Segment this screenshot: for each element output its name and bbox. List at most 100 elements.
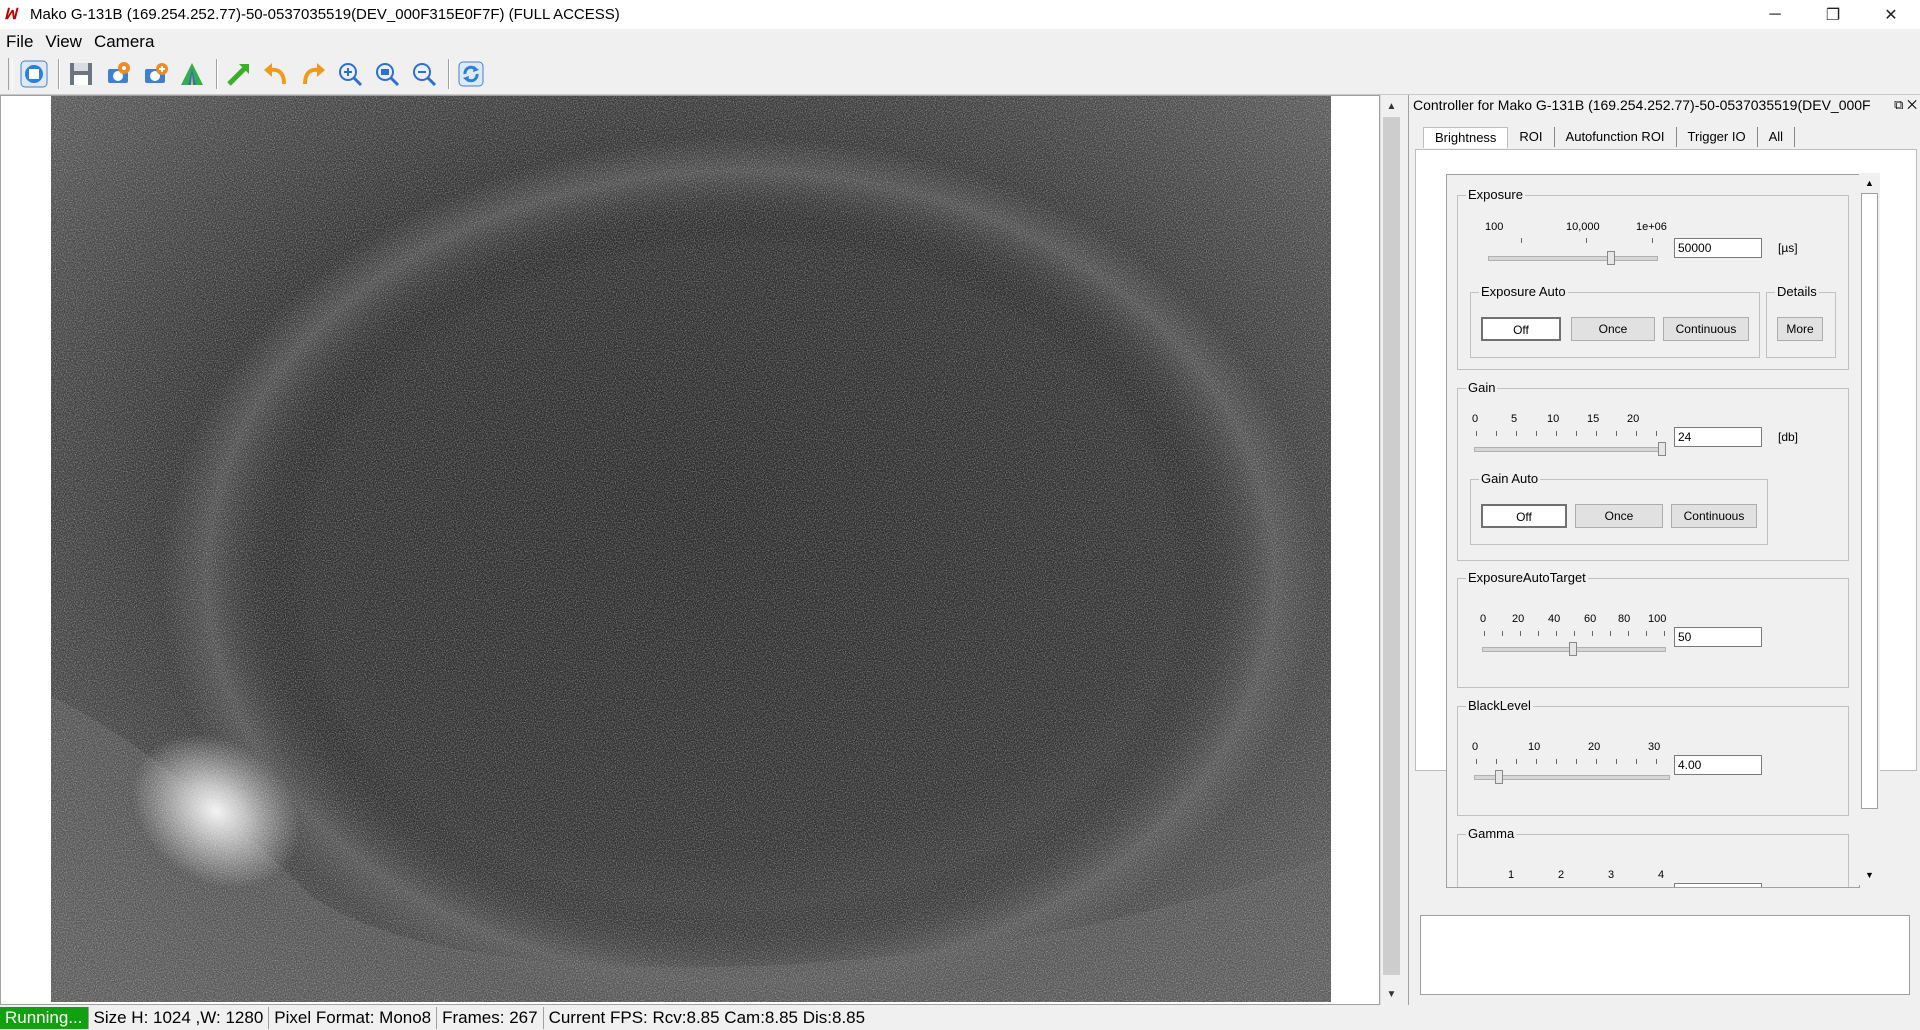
exposure-auto-target-slider-thumb[interactable] [1569, 642, 1577, 656]
exposure-group: Exposure 100 10,000 1e+06 50000 [µs] Exp… [1457, 187, 1849, 370]
tick-label: 100 [1485, 221, 1504, 233]
zoom-fit-icon[interactable] [370, 57, 404, 91]
slider-tick [1556, 631, 1557, 636]
start-stop-icon[interactable] [17, 57, 51, 91]
slider-tick [1586, 238, 1587, 243]
undo-icon[interactable] [259, 57, 293, 91]
exposure-auto-target-value-field[interactable]: 50 [1674, 627, 1762, 647]
zoom-out-icon[interactable] [407, 57, 441, 91]
window-controls: ─ ❐ ✕ [1746, 0, 1920, 29]
scroll-up-arrow-icon[interactable]: ▲ [1859, 175, 1880, 191]
tick-label: 100 [1648, 613, 1667, 625]
camera-image [51, 96, 1331, 1002]
slider-tick [1576, 759, 1577, 764]
scrollbar-thumb[interactable] [1861, 193, 1878, 809]
menu-file[interactable]: File [0, 32, 39, 52]
exposure-auto-continuous-button[interactable]: Continuous [1663, 317, 1749, 341]
histogram-icon[interactable] [175, 57, 209, 91]
gain-auto-once-button[interactable]: Once [1575, 504, 1663, 528]
slider-tick [1476, 759, 1477, 764]
more-button[interactable]: More [1777, 317, 1823, 341]
slider-tick [1574, 631, 1575, 636]
menu-camera[interactable]: Camera [88, 32, 160, 52]
scrollbar-thumb[interactable] [1383, 117, 1400, 975]
gain-auto-off-button[interactable]: Off [1481, 504, 1567, 528]
gain-auto-continuous-button[interactable]: Continuous [1671, 504, 1757, 528]
tick-label: 15 [1587, 413, 1600, 425]
slider-tick [1616, 759, 1617, 764]
slider-tick [1592, 631, 1593, 636]
slider-tick [1646, 631, 1647, 636]
gain-auto-label: Gain Auto [1479, 471, 1541, 486]
close-button[interactable]: ✕ [1862, 0, 1920, 29]
scroll-down-arrow-icon[interactable]: ▼ [1381, 985, 1402, 1003]
tick-label: 20 [1588, 741, 1601, 753]
black-level-group: BlackLevel 0 10 20 30 4.00 [1457, 698, 1849, 816]
gamma-value-field[interactable] [1674, 883, 1762, 887]
gain-slider-thumb[interactable] [1658, 442, 1666, 456]
gain-slider[interactable] [1474, 447, 1664, 452]
exposure-auto-once-button[interactable]: Once [1571, 317, 1655, 341]
tab-roi[interactable]: ROI [1508, 127, 1555, 147]
tab-all[interactable]: All [1758, 127, 1796, 147]
slider-tick [1556, 759, 1557, 764]
exposure-slider[interactable] [1488, 256, 1658, 261]
camera-settings-icon[interactable] [101, 57, 135, 91]
black-level-slider-thumb[interactable] [1495, 770, 1504, 784]
slider-tick [1536, 759, 1537, 764]
toolbar-separator [448, 59, 450, 89]
tick-label: 80 [1618, 613, 1631, 625]
status-running: Running... [0, 1007, 89, 1029]
gain-auto-group: Gain Auto Off Once Continuous [1470, 471, 1768, 545]
tick-label: 30 [1648, 741, 1661, 753]
zoom-in-icon[interactable] [333, 57, 367, 91]
camera-settings-alt-icon[interactable] [138, 57, 172, 91]
brightness-settings-pane: Exposure 100 10,000 1e+06 50000 [µs] Exp… [1446, 174, 1860, 888]
minimize-button[interactable]: ─ [1746, 0, 1804, 29]
tab-autofunction-roi[interactable]: Autofunction ROI [1555, 127, 1677, 147]
controller-title: Controller for Mako G-131B (169.254.252.… [1413, 97, 1871, 113]
exposure-auto-off-button[interactable]: Off [1481, 317, 1561, 341]
refresh-icon[interactable] [454, 57, 488, 91]
slider-tick [1556, 431, 1557, 436]
slider-tick [1516, 431, 1517, 436]
exposure-value-field[interactable]: 50000 [1674, 238, 1762, 258]
close-panel-icon[interactable]: ✕ [1907, 97, 1917, 112]
status-bar: Running... Size H: 1024 ,W: 1280 Pixel F… [0, 1006, 1920, 1030]
scroll-up-arrow-icon[interactable]: ▲ [1381, 97, 1402, 115]
gain-label: Gain [1466, 380, 1498, 395]
slider-tick [1538, 631, 1539, 636]
maximize-button[interactable]: ❐ [1804, 0, 1862, 29]
controller-window-controls: ⧉ ✕ [1894, 95, 1917, 115]
tick-label: 5 [1511, 413, 1518, 425]
toolbar-separator [216, 59, 218, 89]
slider-tick [1628, 631, 1629, 636]
gain-group: Gain 0 5 10 15 20 24 [db] Gain Auto Off … [1457, 380, 1849, 561]
exposure-slider-thumb[interactable] [1606, 251, 1615, 265]
float-panel-icon[interactable]: ⧉ [1894, 97, 1903, 112]
black-level-value-field[interactable]: 4.00 [1674, 755, 1762, 775]
scroll-down-arrow-icon[interactable]: ▼ [1859, 867, 1880, 883]
details-label: Details [1775, 284, 1819, 299]
tick-label: 40 [1548, 613, 1561, 625]
full-size-icon[interactable] [222, 57, 256, 91]
black-level-slider[interactable] [1474, 775, 1670, 780]
slider-tick [1476, 431, 1477, 436]
exposure-label: Exposure [1466, 187, 1525, 202]
viewer-vertical-scrollbar[interactable]: ▲ ▼ [1380, 95, 1402, 1005]
menu-view[interactable]: View [39, 32, 88, 52]
tick-label: 1e+06 [1636, 221, 1667, 233]
slider-tick [1521, 238, 1522, 243]
status-frames: Frames: 267 [437, 1007, 544, 1029]
exposure-unit: [µs] [1778, 241, 1798, 255]
tick-label: 0 [1472, 741, 1479, 753]
slider-tick [1484, 631, 1485, 636]
gain-value-field[interactable]: 24 [1674, 427, 1762, 447]
redo-icon[interactable] [296, 57, 330, 91]
tab-brightness[interactable]: Brightness [1423, 127, 1509, 148]
toolbar [0, 54, 1920, 95]
exposure-auto-group: Exposure Auto Off Once Continuous [1470, 284, 1760, 358]
tab-trigger-io[interactable]: Trigger IO [1677, 127, 1758, 147]
save-icon[interactable] [64, 57, 98, 91]
settings-vertical-scrollbar[interactable]: ▲ ▼ [1859, 173, 1880, 885]
